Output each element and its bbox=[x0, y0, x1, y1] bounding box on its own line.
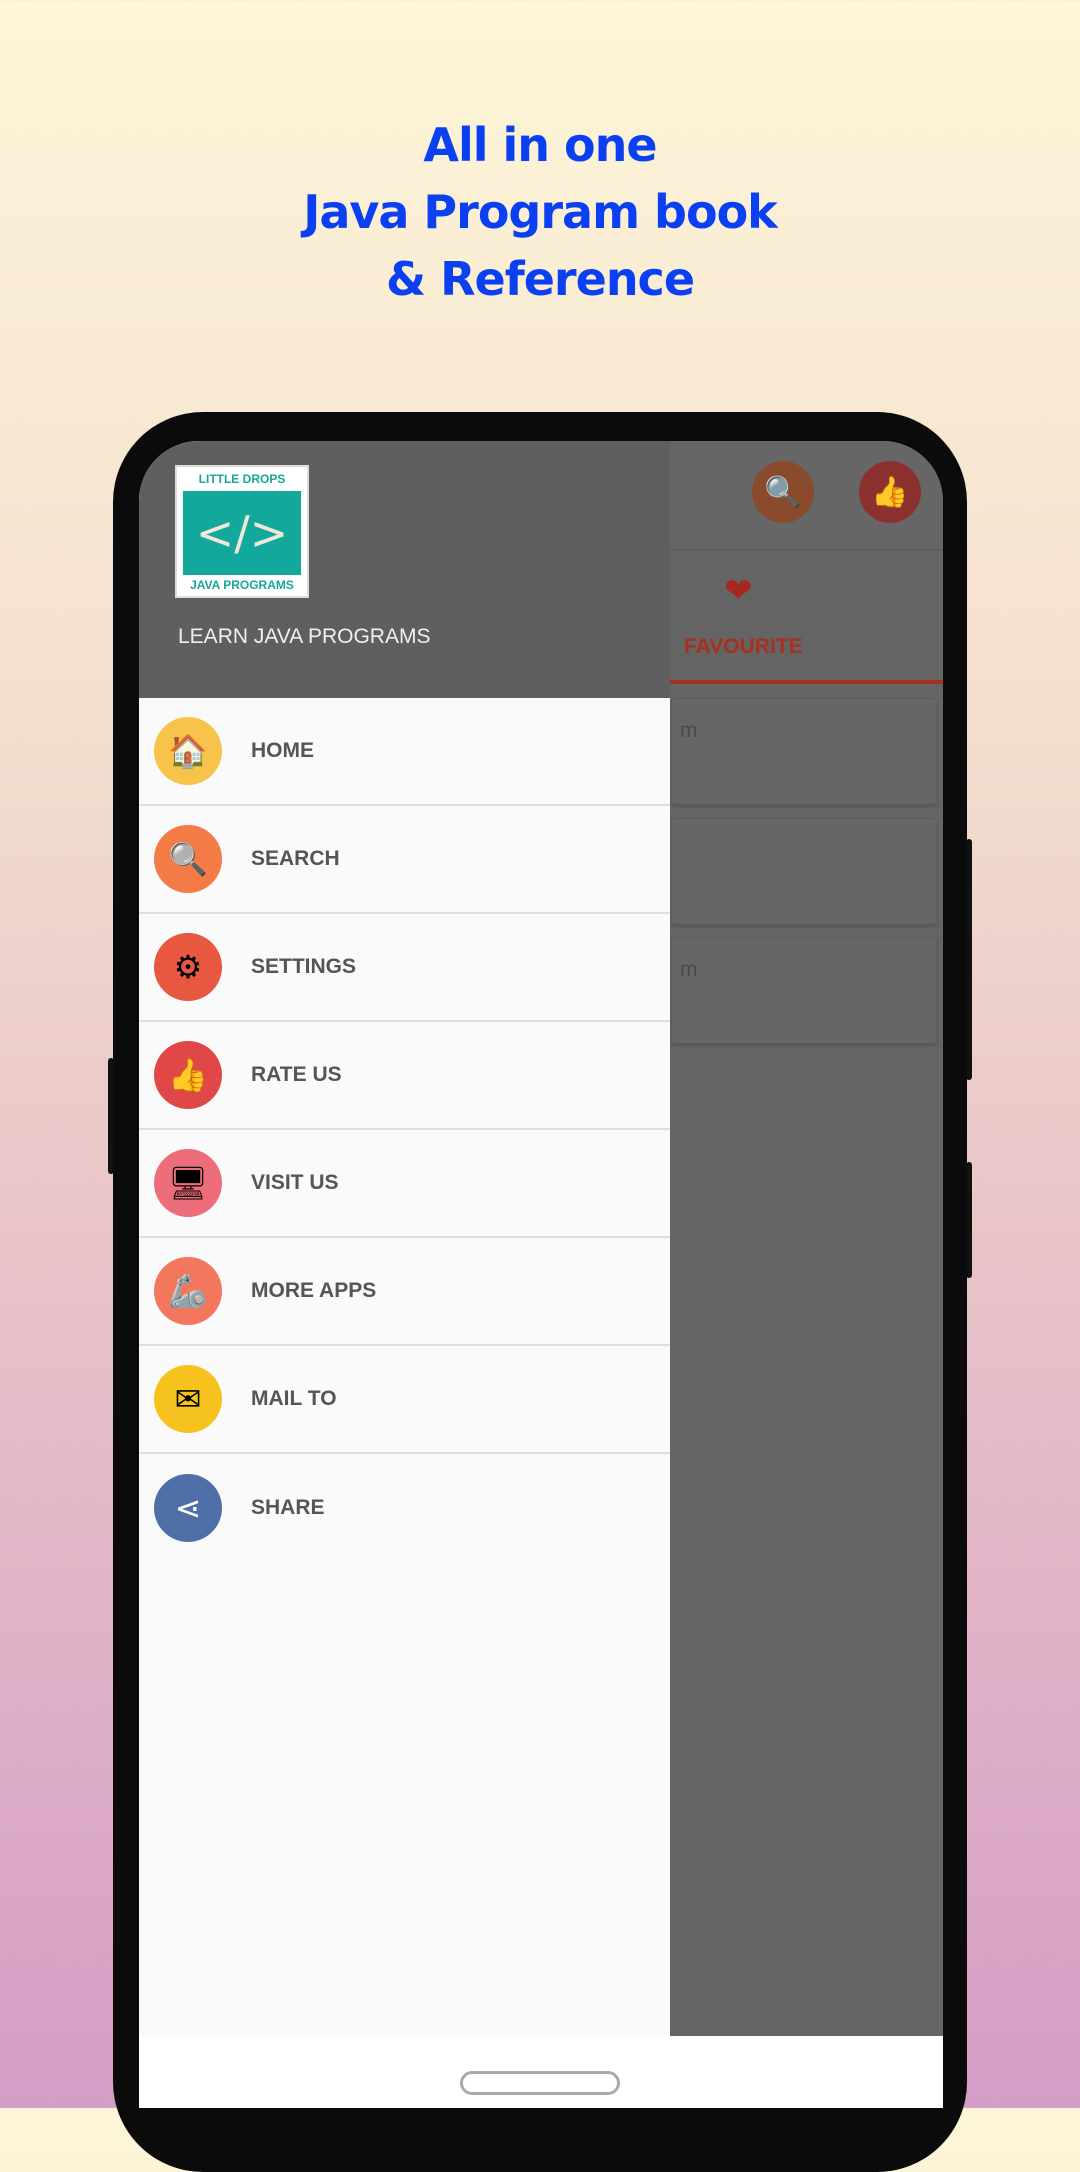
menu-item-visit-us[interactable]: 🖥 VISIT US bbox=[139, 1130, 670, 1238]
monitor-icon: 🖥 bbox=[154, 1149, 222, 1217]
menu-item-label: RATE US bbox=[251, 1063, 342, 1086]
phone-screen: 🔍 👍 ❤ FAVOURITE m m LITTLE DROPS </> JAV… bbox=[139, 441, 943, 2108]
menu-item-label: SHARE bbox=[251, 1496, 325, 1519]
mail-icon: ✉ bbox=[154, 1365, 222, 1433]
headline-line-2: Java Program book bbox=[303, 185, 778, 239]
menu-item-more-apps[interactable]: 🦾 MORE APPS bbox=[139, 1238, 670, 1346]
robot-arm-icon: 🦾 bbox=[154, 1257, 222, 1325]
search-icon: 🔍 bbox=[154, 825, 222, 893]
list-card[interactable] bbox=[671, 818, 937, 925]
menu-item-rate-us[interactable]: 👍 RATE US bbox=[139, 1022, 670, 1130]
list-card[interactable]: m bbox=[671, 937, 937, 1044]
menu-item-label: MORE APPS bbox=[251, 1279, 377, 1302]
thumbs-up-icon[interactable]: 👍 bbox=[859, 461, 921, 523]
menu-item-search[interactable]: 🔍 SEARCH bbox=[139, 806, 670, 914]
heart-icon[interactable]: ❤ bbox=[724, 571, 753, 611]
menu-item-home[interactable]: 🏠 HOME bbox=[139, 698, 670, 806]
settings-icon: ⚙ bbox=[154, 933, 222, 1001]
tab-favourite[interactable]: FAVOURITE bbox=[684, 635, 803, 659]
headline-line-1: All in one bbox=[423, 118, 657, 172]
drawer-menu: 🏠 HOME 🔍 SEARCH ⚙ SETTINGS 👍 RATE US 🖥 VISIT … bbox=[139, 698, 670, 1562]
menu-item-mail-to[interactable]: ✉ MAIL TO bbox=[139, 1346, 670, 1454]
headline: All in one Java Program book & Reference bbox=[0, 112, 1080, 313]
menu-item-share[interactable]: ⋖ SHARE bbox=[139, 1454, 670, 1562]
search-icon[interactable]: 🔍 bbox=[752, 461, 814, 523]
navigation-drawer: LITTLE DROPS </> JAVA PROGRAMS LEARN JAV… bbox=[139, 441, 670, 2036]
menu-item-label: VISIT US bbox=[251, 1171, 339, 1194]
menu-item-label: SETTINGS bbox=[251, 955, 357, 978]
headline-line-3: & Reference bbox=[385, 252, 695, 306]
card-text: m bbox=[680, 719, 698, 742]
logo-top-text: LITTLE DROPS bbox=[198, 472, 286, 486]
tab-indicator bbox=[670, 680, 943, 684]
list-card[interactable]: m bbox=[671, 698, 937, 805]
code-icon: </> bbox=[183, 491, 301, 575]
card-text: m bbox=[680, 958, 698, 981]
drawer-title: LEARN JAVA PROGRAMS bbox=[178, 625, 431, 648]
thumbs-up-icon: 👍 bbox=[154, 1041, 222, 1109]
logo-bottom-text: JAVA PROGRAMS bbox=[190, 578, 294, 592]
share-icon: ⋖ bbox=[154, 1474, 222, 1542]
menu-item-label: SEARCH bbox=[251, 847, 340, 870]
menu-item-settings[interactable]: ⚙ SETTINGS bbox=[139, 914, 670, 1022]
home-gesture-handle[interactable] bbox=[460, 2071, 620, 2095]
menu-item-label: MAIL TO bbox=[251, 1387, 337, 1410]
menu-item-label: HOME bbox=[251, 739, 314, 762]
system-nav-bar bbox=[139, 2036, 943, 2108]
home-icon: 🏠 bbox=[154, 717, 222, 785]
app-logo: LITTLE DROPS </> JAVA PROGRAMS bbox=[175, 465, 309, 598]
drawer-header: LITTLE DROPS </> JAVA PROGRAMS LEARN JAV… bbox=[139, 441, 670, 698]
